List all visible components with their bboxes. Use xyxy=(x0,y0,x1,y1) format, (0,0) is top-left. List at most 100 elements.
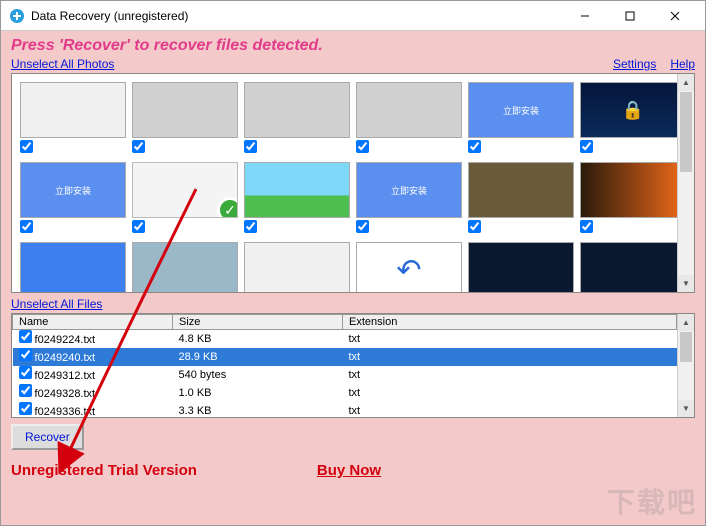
dark-photo-icon[interactable] xyxy=(580,242,686,293)
photo-checkbox[interactable] xyxy=(580,140,593,153)
photo-thumb[interactable] xyxy=(468,162,574,236)
scroll-thumb[interactable] xyxy=(680,332,692,362)
lock-matrix-icon[interactable]: 🔒 xyxy=(580,82,686,138)
file-size: 4.8 KB xyxy=(173,330,343,349)
help-link[interactable]: Help xyxy=(670,57,695,71)
unselect-files-link[interactable]: Unselect All Files xyxy=(11,297,102,311)
photo-thumb[interactable] xyxy=(580,162,686,236)
photo-checkbox[interactable] xyxy=(20,140,33,153)
photo-thumb[interactable] xyxy=(132,82,238,156)
buy-now-link[interactable]: Buy Now xyxy=(317,462,381,479)
button-row: Recover xyxy=(11,424,695,450)
photo-thumb[interactable]: 立即安装 xyxy=(468,82,574,156)
photo-checkbox[interactable] xyxy=(20,220,33,233)
photo-checkbox[interactable] xyxy=(356,220,369,233)
photo-thumb[interactable] xyxy=(468,242,574,293)
maximize-button[interactable] xyxy=(607,1,652,30)
photo-checkbox[interactable] xyxy=(580,220,593,233)
photo-thumb[interactable] xyxy=(244,82,350,156)
instruction-text: Press 'Recover' to recover files detecte… xyxy=(11,37,695,55)
file-scrollbar[interactable]: ▲ ▼ xyxy=(677,314,694,417)
minimize-button[interactable] xyxy=(562,1,607,30)
photo-thumb[interactable]: ✓ xyxy=(132,162,238,236)
photo-checkbox[interactable] xyxy=(468,140,481,153)
file-name: f0249240.txt xyxy=(32,352,96,364)
checkmark-icon: ✓ xyxy=(217,197,238,218)
blue-button-icon[interactable]: 立即安装 xyxy=(356,162,462,218)
file-ext: txt xyxy=(343,384,677,402)
col-name[interactable]: Name xyxy=(13,315,173,330)
photo-thumb[interactable] xyxy=(244,242,350,293)
scroll-down-icon[interactable]: ▼ xyxy=(678,275,694,292)
photo-thumb[interactable] xyxy=(580,242,686,293)
main-content: Press 'Recover' to recover files detecte… xyxy=(1,31,705,525)
dark-photo-icon[interactable] xyxy=(468,242,574,293)
footer: Unregistered Trial Version Buy Now xyxy=(11,462,695,479)
file-name: f0249224.txt xyxy=(32,334,96,346)
photo-thumb[interactable] xyxy=(20,242,126,293)
app-icon xyxy=(9,8,25,24)
table-row[interactable]: f0249336.txt3.3 KBtxt xyxy=(13,402,677,418)
photo-thumb[interactable]: 🔒 xyxy=(580,82,686,156)
file-ext: txt xyxy=(343,348,677,366)
app-window-check-icon[interactable]: ✓ xyxy=(132,162,238,218)
file-name: f0249328.txt xyxy=(32,388,96,400)
photo-thumb[interactable]: 立即安装 xyxy=(356,162,462,236)
window-title: Data Recovery (unregistered) xyxy=(31,9,562,23)
file-size: 540 bytes xyxy=(173,366,343,384)
photo-checkbox[interactable] xyxy=(468,220,481,233)
file-name: f0249312.txt xyxy=(32,370,96,382)
app-listing-icon[interactable] xyxy=(244,242,350,293)
file-checkbox[interactable] xyxy=(19,366,32,379)
back-arrow-icon[interactable]: ↶ xyxy=(356,242,462,293)
photo-thumb[interactable] xyxy=(244,162,350,236)
table-row[interactable]: f0249224.txt 4.8 KBtxt xyxy=(13,330,677,349)
file-checkbox[interactable] xyxy=(19,330,32,343)
fire-photo-icon[interactable] xyxy=(580,162,686,218)
table-row[interactable]: f0249240.txt28.9 KBtxt xyxy=(13,348,677,366)
landscape-icon[interactable] xyxy=(244,162,350,218)
blue-button-icon[interactable]: 立即安装 xyxy=(468,82,574,138)
photo-panel: 立即安装🔒立即安装✓立即安装↶ ▲ ▼ xyxy=(11,73,695,293)
scroll-up-icon[interactable]: ▲ xyxy=(678,74,694,91)
file-checkbox[interactable] xyxy=(19,384,32,397)
blue-panel-icon[interactable] xyxy=(20,242,126,293)
table-row[interactable]: f0249312.txt540 bytestxt xyxy=(13,366,677,384)
window-thumb-icon[interactable] xyxy=(20,82,126,138)
photo-checkbox[interactable] xyxy=(244,220,257,233)
photo-checkbox[interactable] xyxy=(132,140,145,153)
table-row[interactable]: f0249328.txt 1.0 KBtxt xyxy=(13,384,677,402)
unselect-photos-link[interactable]: Unselect All Photos xyxy=(11,57,114,71)
trial-text: Unregistered Trial Version xyxy=(11,462,197,479)
scroll-thumb[interactable] xyxy=(680,92,692,172)
scroll-down-icon[interactable]: ▼ xyxy=(678,400,694,417)
photo-thumb[interactable] xyxy=(20,82,126,156)
sky-photo-icon[interactable] xyxy=(132,242,238,293)
photo-checkbox[interactable] xyxy=(356,140,369,153)
photo-scrollbar[interactable]: ▲ ▼ xyxy=(677,74,694,292)
file-checkbox[interactable] xyxy=(19,348,32,361)
recover-button[interactable]: Recover xyxy=(11,424,84,450)
person-photo-icon[interactable] xyxy=(468,162,574,218)
blank-icon[interactable] xyxy=(356,82,462,138)
col-size[interactable]: Size xyxy=(173,315,343,330)
photo-checkbox[interactable] xyxy=(132,220,145,233)
photo-thumb[interactable] xyxy=(356,82,462,156)
titlebar: Data Recovery (unregistered) xyxy=(1,1,705,31)
file-table: Name Size Extension f0249224.txt4.8 KBtx… xyxy=(12,314,677,418)
photo-thumb[interactable] xyxy=(132,242,238,293)
scroll-up-icon[interactable]: ▲ xyxy=(678,314,694,331)
settings-link[interactable]: Settings xyxy=(613,57,656,71)
photo-link-row: Unselect All Photos Settings Help xyxy=(11,57,695,71)
blank-icon[interactable] xyxy=(132,82,238,138)
file-size: 1.0 KB xyxy=(173,384,343,402)
photo-thumb[interactable]: 立即安装 xyxy=(20,162,126,236)
photo-checkbox[interactable] xyxy=(244,140,257,153)
blue-button-icon[interactable]: 立即安装 xyxy=(20,162,126,218)
close-button[interactable] xyxy=(652,1,697,30)
col-ext[interactable]: Extension xyxy=(343,315,677,330)
file-ext: txt xyxy=(343,330,677,349)
blank-icon[interactable] xyxy=(244,82,350,138)
file-checkbox[interactable] xyxy=(19,402,32,415)
photo-thumb[interactable]: ↶ xyxy=(356,242,462,293)
